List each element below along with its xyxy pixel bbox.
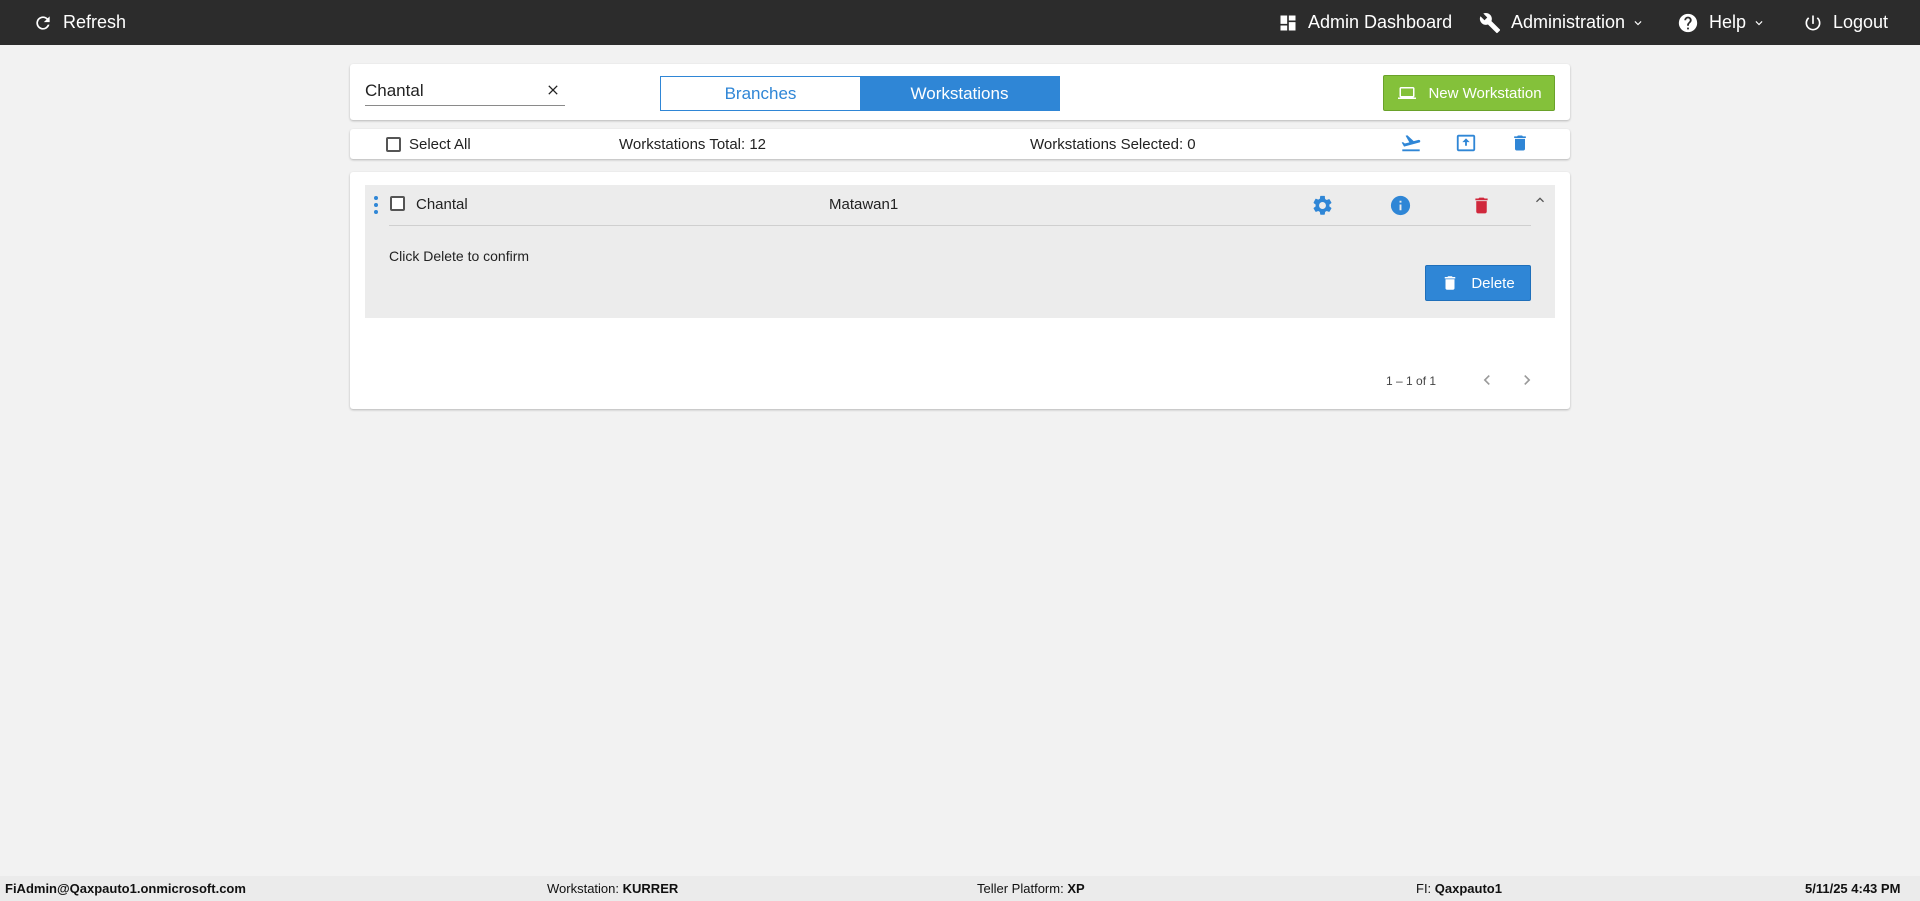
power-icon: [1805, 15, 1821, 30]
administration-label: Administration: [1511, 12, 1626, 32]
workstation-status: Workstation: KURRER: [547, 881, 679, 896]
wrench-icon: [1479, 12, 1501, 33]
select-all-label: Select All: [409, 136, 471, 153]
help-icon: [1678, 13, 1698, 32]
refresh-button[interactable]: Refresh: [33, 0, 126, 45]
workstations-total: Workstations Total: 12: [619, 136, 767, 153]
settings-button[interactable]: [1311, 194, 1334, 222]
status-bar: FiAdmin@Qaxpauto1.onmicrosoft.com Workst…: [0, 876, 1920, 901]
collapse-button[interactable]: [1532, 192, 1548, 213]
row-delete-button[interactable]: [1471, 194, 1492, 222]
workstation-name: Chantal: [416, 196, 468, 213]
datetime: 5/11/25 4:43 PM: [1805, 881, 1901, 896]
gear-icon: [1313, 195, 1332, 215]
refresh-icon: [36, 15, 50, 30]
plane-departure-icon[interactable]: [1400, 132, 1422, 159]
row-header[interactable]: Chantal Matawan1: [365, 185, 1555, 225]
trash-icon: [1475, 197, 1488, 214]
help-menu[interactable]: Help: [1677, 0, 1766, 45]
administration-menu[interactable]: Administration: [1479, 0, 1645, 45]
delete-label: Delete: [1471, 274, 1515, 292]
trash-icon: [1445, 276, 1456, 290]
fi-status: FI: Qaxpauto1: [1416, 881, 1502, 896]
chevron-left-icon: [1483, 375, 1490, 385]
previous-page-button[interactable]: [1477, 370, 1497, 395]
tab-workstations[interactable]: Workstations: [860, 77, 1059, 110]
workstation-list: Chantal Matawan1 Click Delete to confirm…: [350, 172, 1570, 409]
select-all-checkbox[interactable]: Select All: [386, 136, 471, 153]
drag-handle-icon[interactable]: [373, 195, 379, 215]
dashboard-icon: [1280, 15, 1296, 30]
new-workstation-button[interactable]: New Workstation: [1383, 75, 1555, 111]
delete-confirm-message: Click Delete to confirm: [389, 248, 530, 264]
chevron-right-icon: [1524, 375, 1531, 385]
view-toggle: Branches Workstations: [660, 76, 1060, 111]
admin-dashboard-label: Admin Dashboard: [1308, 12, 1453, 32]
info-button[interactable]: [1389, 194, 1412, 222]
chevron-down-icon: [1755, 20, 1763, 25]
logout-label: Logout: [1833, 12, 1889, 32]
pagination-range: 1 – 1 of 1: [1386, 374, 1437, 388]
next-page-button[interactable]: [1517, 370, 1537, 395]
row-divider: [389, 225, 1531, 226]
row-checkbox[interactable]: [390, 196, 405, 211]
workstations-selected: Workstations Selected: 0: [1030, 136, 1196, 153]
user-email: FiAdmin@Qaxpauto1.onmicrosoft.com: [5, 881, 246, 896]
delete-button[interactable]: Delete: [1425, 265, 1531, 301]
list-toolbar: Select All Workstations Total: 12 Workst…: [350, 129, 1570, 159]
upload-icon[interactable]: [1454, 132, 1478, 159]
logout-button[interactable]: Logout: [1803, 0, 1888, 45]
laptop-icon: [1398, 87, 1417, 99]
admin-dashboard-button[interactable]: Admin Dashboard: [1278, 0, 1452, 45]
table-row: Chantal Matawan1 Click Delete to confirm…: [365, 185, 1555, 318]
chevron-up-icon: [1536, 197, 1544, 203]
search-header-panel: Branches Workstations New Workstation: [350, 64, 1570, 120]
search-input[interactable]: [365, 78, 535, 104]
tab-branches[interactable]: Branches: [661, 77, 860, 110]
chevron-down-icon: [1634, 20, 1642, 25]
new-workstation-label: New Workstation: [1428, 84, 1542, 102]
close-icon[interactable]: [545, 82, 561, 98]
help-label: Help: [1709, 12, 1747, 32]
teller-platform-status: Teller Platform: XP: [977, 881, 1085, 896]
refresh-label: Refresh: [63, 12, 127, 32]
info-icon: [1390, 195, 1411, 216]
select-all-box[interactable]: [386, 137, 401, 152]
branch-name: Matawan1: [829, 196, 899, 213]
top-navigation-bar: Refresh Admin Dashboard Administration H…: [0, 0, 1920, 45]
search-field: [365, 78, 565, 106]
trash-icon[interactable]: [1510, 132, 1530, 159]
